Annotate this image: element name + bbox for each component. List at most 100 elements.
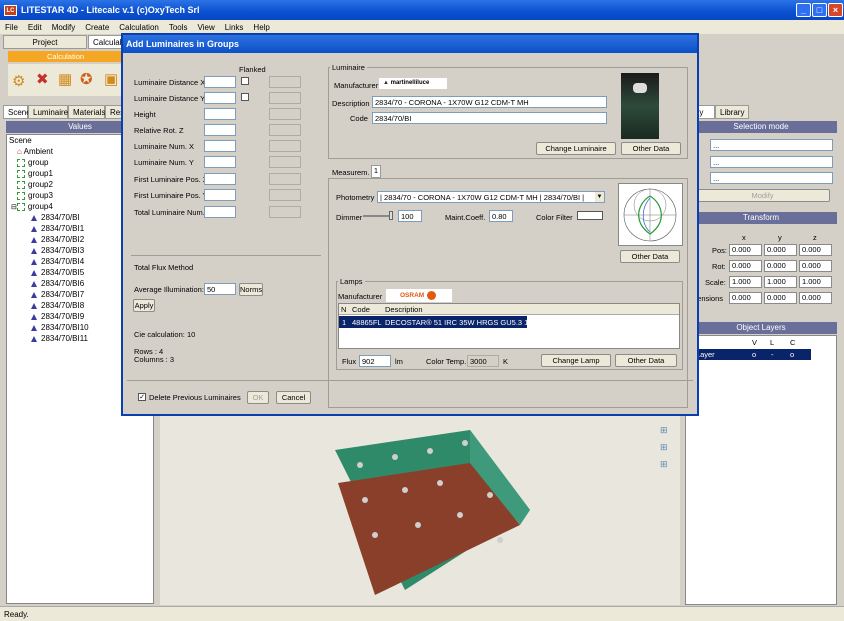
dim-z-field[interactable]: 0.000	[799, 292, 832, 304]
chevron-down-icon[interactable]: ▼	[595, 192, 604, 202]
menu-tools[interactable]: Tools	[164, 23, 193, 32]
description-field[interactable]: 2834/70 - CORONA - 1X70W G12 CDM-T MH	[372, 96, 607, 108]
tab-luminaires[interactable]: Luminaires	[28, 105, 72, 119]
change-luminaire-button[interactable]: Change Luminaire	[536, 142, 616, 155]
menu-edit[interactable]: Edit	[23, 23, 47, 32]
color-filter-swatch[interactable]	[577, 211, 603, 220]
menu-help[interactable]: Help	[248, 23, 274, 32]
lamp-col-code: Code	[352, 305, 370, 314]
dim-x-field[interactable]: 0.000	[729, 292, 762, 304]
pos-y-field[interactable]: 0.000	[764, 244, 797, 256]
transform-header: Transform	[685, 212, 837, 224]
app-logo-icon: LC	[4, 4, 17, 16]
distance-x-input[interactable]	[204, 76, 236, 88]
dimmer-slider[interactable]	[363, 211, 393, 220]
num-x-input[interactable]	[204, 140, 236, 152]
scale-label: Scale:	[705, 278, 726, 287]
name-field[interactable]: ...	[710, 139, 833, 151]
dim-y-field[interactable]: 0.000	[764, 292, 797, 304]
rot-z-input[interactable]	[204, 124, 236, 136]
axis-y-label: y	[778, 233, 782, 242]
menu-create[interactable]: Create	[80, 23, 114, 32]
view-icon[interactable]: ⊞	[660, 425, 668, 436]
dimmer-input[interactable]: 100	[398, 210, 422, 222]
close-button[interactable]: ×	[828, 3, 843, 17]
change-lamp-button[interactable]: Change Lamp	[541, 354, 611, 367]
total-num-input[interactable]	[204, 206, 236, 218]
rot-x-field[interactable]: 0.000	[729, 260, 762, 272]
gear-icon[interactable]: ⚙	[12, 72, 25, 90]
view-icon[interactable]: ⊞	[660, 459, 668, 470]
layer-row[interactable]: ultLayer o - o	[686, 349, 811, 360]
lifebuoy-icon[interactable]: ✪	[80, 70, 93, 88]
flux-input[interactable]: 902	[359, 355, 391, 367]
tab-measure-1[interactable]: 1	[371, 165, 381, 178]
scale-x-field[interactable]: 1.000	[729, 276, 762, 288]
tab-materials[interactable]: Materials	[68, 105, 105, 119]
photometry-other-data-button[interactable]: Other Data	[620, 250, 680, 263]
luminaire-icon	[31, 324, 37, 331]
luminaire-icon	[31, 247, 37, 254]
layer-col-c: C	[790, 338, 796, 347]
luminaire-other-data-button[interactable]: Other Data	[621, 142, 681, 155]
tab-library[interactable]: Library	[715, 105, 749, 119]
color-temp-unit: K	[503, 357, 509, 366]
lamp-row[interactable]: 1 48865FL DECOSTAR® 51 IRC 35W HRGS GU5.…	[339, 316, 538, 328]
ok-button[interactable]: OK	[247, 391, 269, 404]
minimize-button[interactable]: _	[796, 3, 811, 17]
menu-view[interactable]: View	[193, 23, 220, 32]
pos-z-field[interactable]: 0.000	[799, 244, 832, 256]
group-icon	[17, 191, 25, 200]
photometry-select[interactable]: | 2834/70 - CORONA - 1X70W G12 CDM-T MH …	[377, 191, 605, 203]
apply-button[interactable]: Apply	[133, 299, 155, 312]
menu-calculation[interactable]: Calculation	[114, 23, 164, 32]
item-field[interactable]: ...	[710, 172, 833, 184]
height-input[interactable]	[204, 108, 236, 120]
calculation-section-header: Calculation	[8, 51, 123, 62]
film-icon[interactable]: ▦	[58, 70, 72, 88]
flanked-y-checkbox[interactable]	[241, 93, 249, 101]
polar-diagram-icon	[623, 188, 677, 242]
luminaire-icon	[31, 269, 37, 276]
type-field[interactable]: ...	[710, 156, 833, 168]
first-pos-y-label: First Luminaire Pos. Y	[134, 191, 208, 200]
pos-x-field[interactable]: 0.000	[729, 244, 762, 256]
3d-viewport[interactable]: ⊞ ⊞ ⊞	[160, 415, 680, 605]
first-pos-y-input[interactable]	[204, 189, 236, 201]
tab-results[interactable]: Res	[105, 105, 124, 119]
rot-y-field[interactable]: 0.000	[764, 260, 797, 272]
scale-y-field[interactable]: 1.000	[764, 276, 797, 288]
menu-file[interactable]: File	[0, 23, 23, 32]
scale-z-field[interactable]: 1.000	[799, 276, 832, 288]
maximize-button[interactable]: □	[812, 3, 827, 17]
tab-calculation[interactable]: Calculab	[88, 35, 124, 49]
norms-button[interactable]: Norms	[239, 283, 263, 296]
menu-modify[interactable]: Modify	[47, 23, 81, 32]
modify-button[interactable]: Modify	[695, 189, 830, 202]
cancel-button[interactable]: Cancel	[276, 391, 311, 404]
code-field[interactable]: 2834/70/BI	[372, 112, 607, 124]
distance-y-label: Luminaire Distance Y	[134, 94, 206, 103]
maint-coeff-input[interactable]: 0.80	[489, 210, 513, 222]
delete-icon[interactable]: ✖	[36, 70, 49, 88]
avg-illum-input[interactable]: 50	[204, 283, 236, 295]
manufacturer-label: Manufacturer	[334, 81, 379, 90]
flanked-x-checkbox[interactable]	[241, 77, 249, 85]
view-icon[interactable]: ⊞	[660, 442, 668, 453]
dimmer-slider-handle[interactable]	[389, 211, 393, 220]
osram-logo-icon	[427, 291, 436, 300]
height-label: Height	[134, 110, 156, 119]
num-y-input[interactable]	[204, 156, 236, 168]
camera-icon[interactable]: ▣	[104, 70, 118, 88]
lamp-other-data-button[interactable]: Other Data	[615, 354, 677, 367]
total-num-label: Total Luminaire Num.	[134, 208, 205, 217]
first-pos-x-input[interactable]	[204, 173, 236, 185]
rot-z-field[interactable]: 0.000	[799, 260, 832, 272]
selection-mode-header: Selection mode	[685, 121, 837, 133]
menu-links[interactable]: Links	[220, 23, 249, 32]
tab-measurement[interactable]: Measurem.	[329, 166, 371, 178]
tab-project[interactable]: Project	[3, 35, 87, 49]
delete-previous-checkbox[interactable]: ✓	[138, 393, 146, 401]
tab-scene[interactable]: Scene	[3, 105, 31, 119]
distance-y-input[interactable]	[204, 92, 236, 104]
